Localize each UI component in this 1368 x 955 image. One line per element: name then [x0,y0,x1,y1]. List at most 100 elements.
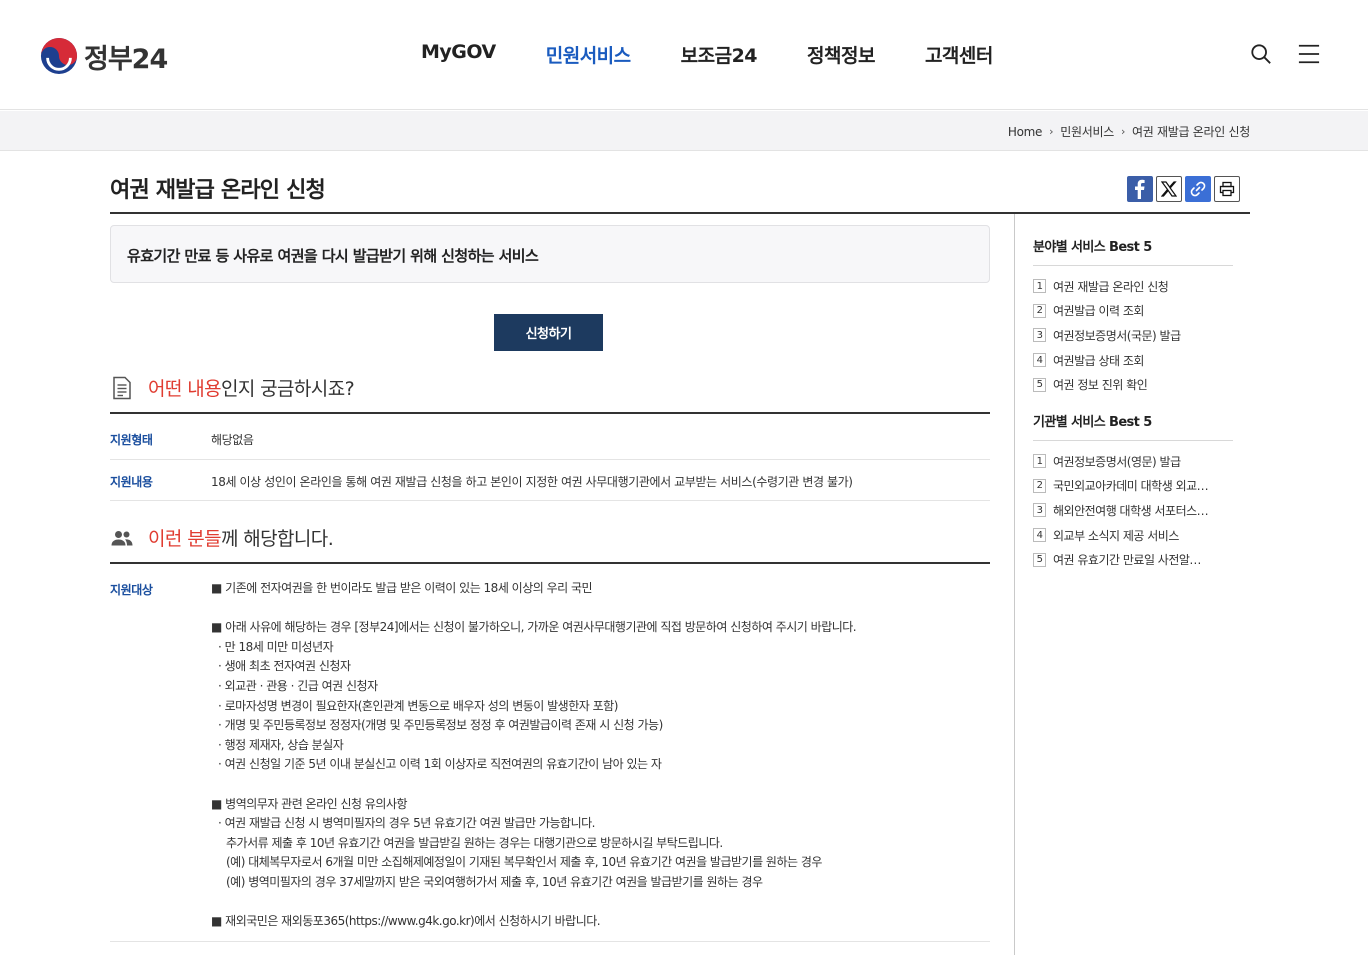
x-logo-icon [1161,181,1177,197]
sidebar-item[interactable]: 4 외교부 소식지 제공 서비스 [1033,523,1233,548]
sidebar-item-label: 국민외교아카데미 대학생 외교… [1053,479,1209,494]
eligibility-line: · 여권 신청일 기준 5년 이내 분실신고 이력 1회 이상자로 직전여권의 … [218,757,662,772]
section-title-highlight: 이런 분들 [148,528,222,550]
rank-number: 2 [1033,303,1046,318]
search-icon[interactable] [1250,43,1272,65]
eligibility-line: ■ 재외국민은 재외동포365(https://www.g4k.go.kr)에서… [211,914,601,929]
eligibility-line: (예) 대체복무자로서 6개월 미만 소집해제예정일이 기재된 복무확인서 제출… [226,855,822,870]
sidebar-item-label: 여권 정보 진위 확인 [1053,378,1148,393]
sidebar-item-label: 여권 유효기간 만료일 사전알… [1053,553,1201,568]
info-row-support-content: 지원내용 18세 이상 성인이 온라인을 통해 여권 재발급 신청을 하고 본인… [110,460,990,501]
sidebar-item[interactable]: 5 여권 정보 진위 확인 [1033,372,1233,397]
menu-icon[interactable] [1298,43,1320,65]
eligibility-label: 지원대상 [110,583,153,597]
rank-number: 3 [1033,328,1046,343]
section-title-highlight: 어떤 내용 [148,378,222,400]
service-summary: 유효기간 만료 등 사유로 여권을 다시 발급받기 위해 신청하는 서비스 [110,225,990,283]
nav-item-mygov[interactable]: MyGOV [421,41,496,68]
section-title-rest: 인지 궁금하시죠? [220,378,355,400]
chevron-right-icon: › [1120,125,1126,138]
info-row-support-type: 지원형태 해당없음 [110,416,990,460]
sidebar-item-label: 여권발급 이력 조회 [1053,304,1144,319]
print-button[interactable] [1214,176,1240,202]
nav-item-customer-center[interactable]: 고객센터 [925,41,993,68]
sidebar-item[interactable]: 2 국민외교아카데미 대학생 외교… [1033,474,1233,499]
rank-number: 1 [1033,454,1046,469]
nav-item-civil-service[interactable]: 민원서비스 [546,41,631,68]
sidebar-item[interactable]: 3 여권정보증명서(국문) 발급 [1033,323,1233,348]
sidebar-best-field: 분야별 서비스 Best 5 1 여권 재발급 온라인 신청 2 여권발급 이력 조… [1033,236,1233,397]
document-icon [113,376,131,400]
sidebar-heading: 분야별 서비스 Best 5 [1033,236,1233,266]
sidebar-item-label: 여권정보증명서(영문) 발급 [1053,454,1181,469]
breadcrumb-home[interactable]: Home [1008,125,1043,139]
sidebar-item[interactable]: 5 여권 유효기간 만료일 사전알… [1033,547,1233,572]
sidebar-best-agency: 기관별 서비스 Best 5 1 여권정보증명서(영문) 발급 2 국민외교아카데미… [1033,411,1233,572]
eligibility-line: · 외교관 · 관용 · 긴급 여권 신청자 [218,678,378,693]
link-icon [1190,181,1206,197]
breadcrumb-current[interactable]: 여권 재발급 온라인 신청 [1132,123,1250,140]
rank-number: 3 [1033,503,1046,518]
sidebar-item[interactable]: 3 해외안전여행 대학생 서포터스… [1033,498,1233,523]
rank-number: 5 [1033,552,1046,567]
rank-number: 2 [1033,478,1046,493]
eligibility-line: · 여권 재발급 신청 시 병역미필자의 경우 5년 유효기간 여권 발급만 가… [218,816,595,831]
copy-link-button[interactable] [1185,176,1211,202]
section-title: 이런 분들께 해당합니다. [148,524,334,551]
nav-item-policy[interactable]: 정책정보 [807,41,875,68]
section-bottom-divider [110,941,990,942]
rank-number: 1 [1033,279,1046,294]
row-value: 18세 이상 성인이 온라인을 통해 여권 재발급 신청을 하고 본인이 지정한… [211,475,853,489]
section-title: 어떤 내용인지 궁금하시죠? [148,374,355,401]
eligibility-line: · 만 18세 미만 미성년자 [218,639,334,654]
row-label: 지원형태 [110,433,153,447]
sidebar-item[interactable]: 1 여권정보증명서(영문) 발급 [1033,449,1233,474]
sidebar-item-label: 여권정보증명서(국문) 발급 [1053,328,1181,343]
eligibility-line: (예) 병역미필자의 경우 37세말까지 받은 국외여행허가서 제출 후, 10… [226,874,763,889]
eligibility-details: ■ 기존에 전자여권을 한 번이라도 발급 받은 이력이 있는 18세 이상의 … [211,579,991,932]
breadcrumb-civil-service[interactable]: 민원서비스 [1060,123,1114,140]
people-icon [111,531,133,546]
rank-number: 5 [1033,377,1046,392]
eligibility-line: · 로마자성명 변경이 필요한자(혼인관계 변동으로 배우자 성의 변동이 발생… [218,698,618,713]
site-header: 정부24 MyGOV 민원서비스 보조금24 정책정보 고객센터 [0,0,1368,110]
facebook-share-button[interactable] [1127,176,1153,202]
row-label: 지원내용 [110,475,153,489]
eligibility-line: ■ 아래 사유에 해당하는 경우 [정부24]에서는 신청이 불가하오니, 가까… [211,620,857,635]
printer-icon [1219,181,1235,197]
section-content-header: 어떤 내용인지 궁금하시죠? [110,374,990,414]
header-icons [1250,43,1320,65]
sidebar-heading: 기관별 서비스 Best 5 [1033,411,1233,441]
x-share-button[interactable] [1156,176,1182,202]
main-nav: MyGOV 민원서비스 보조금24 정책정보 고객센터 [421,41,1043,68]
sidebar-item-label: 여권발급 상태 조회 [1053,353,1144,368]
page-title: 여권 재발급 온라인 신청 [110,178,326,203]
section-eligibility-header: 이런 분들께 해당합니다. [110,524,990,564]
title-divider [110,212,1250,214]
eligibility-line: · 개명 및 주민등록정보 정정자(개명 및 주민등록정보 정정 후 여권발급이… [218,718,663,733]
facebook-icon [1135,179,1145,199]
sidebar-item[interactable]: 4 여권발급 상태 조회 [1033,348,1233,373]
logo[interactable]: 정부24 [40,36,168,76]
apply-button[interactable]: 신청하기 [494,314,603,351]
eligibility-line: ■ 병역의무자 관련 온라인 신청 유의사항 [211,796,408,811]
sidebar-item[interactable]: 1 여권 재발급 온라인 신청 [1033,274,1233,299]
row-value: 해당없음 [211,433,254,447]
taegeuk-logo-icon [40,37,78,75]
eligibility-line: ■ 기존에 전자여권을 한 번이라도 발급 받은 이력이 있는 18세 이상의 … [211,581,593,595]
nav-item-subsidy[interactable]: 보조금24 [681,41,758,68]
sidebar-list: 1 여권 재발급 온라인 신청 2 여권발급 이력 조회 3 여권정보증명서(국문) … [1033,274,1233,397]
sidebar-item-label: 해외안전여행 대학생 서포터스… [1053,503,1209,518]
section-title-rest: 께 해당합니다. [220,528,334,550]
breadcrumb: Home › 민원서비스 › 여권 재발급 온라인 신청 [1008,123,1250,140]
sidebar-item-label: 여권 재발급 온라인 신청 [1053,279,1169,294]
eligibility-line: · 생애 최초 전자여권 신청자 [218,659,351,674]
sidebar-item[interactable]: 2 여권발급 이력 조회 [1033,299,1233,324]
logo-text: 정부24 [84,43,168,75]
rank-number: 4 [1033,528,1046,543]
share-buttons [1127,176,1240,202]
sidebar-list: 1 여권정보증명서(영문) 발급 2 국민외교아카데미 대학생 외교… 3 해외안전여… [1033,449,1233,572]
